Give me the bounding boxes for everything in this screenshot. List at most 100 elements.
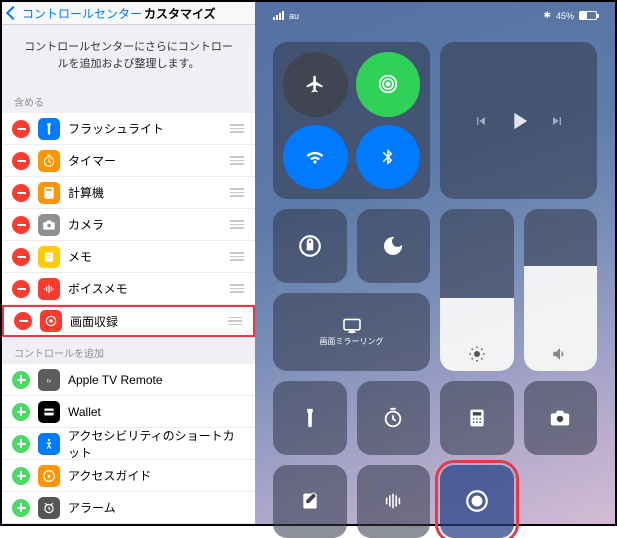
camera-icon xyxy=(549,407,571,429)
moon-icon xyxy=(381,234,405,258)
waveform-icon xyxy=(381,491,405,511)
row-label: フラッシュライト xyxy=(68,120,221,137)
accessibility-icon xyxy=(38,433,60,455)
signal-icon xyxy=(273,11,284,20)
add-button[interactable] xyxy=(12,467,30,485)
screen-record-button[interactable] xyxy=(440,465,514,538)
page-title: カスタマイズ xyxy=(144,5,216,22)
sun-icon xyxy=(468,345,486,363)
chevron-left-icon xyxy=(6,6,20,20)
control-row: Wallet xyxy=(2,396,255,428)
remove-button[interactable] xyxy=(12,280,30,298)
mirror-icon xyxy=(342,317,362,333)
row-label: Wallet xyxy=(68,405,245,419)
wifi-toggle[interactable] xyxy=(283,125,348,190)
remove-button[interactable] xyxy=(12,248,30,266)
drag-handle[interactable] xyxy=(229,156,245,165)
status-left: au xyxy=(273,11,299,21)
row-label: Apple TV Remote xyxy=(68,373,245,387)
row-label: アクセスガイド xyxy=(68,467,245,484)
settings-pane: コントロールセンター カスタマイズ コントロールセンターにさらにコントロールを追… xyxy=(2,2,255,524)
row-label: タイマー xyxy=(68,152,221,169)
next-icon xyxy=(549,113,565,129)
screen-mirroring[interactable]: 画面ミラーリング xyxy=(273,293,430,372)
svg-text:tv: tv xyxy=(47,378,51,384)
bluetooth-toggle[interactable] xyxy=(356,125,421,190)
remove-button[interactable] xyxy=(12,152,30,170)
notes-icon xyxy=(38,246,60,268)
drag-handle[interactable] xyxy=(229,188,245,197)
flashlight-icon xyxy=(38,118,60,140)
carrier-label: au xyxy=(289,11,299,21)
control-row: フラッシュライト xyxy=(2,113,255,145)
control-row: メモ xyxy=(2,241,255,273)
page-description: コントロールセンターにさらにコントロールを追加および整理します。 xyxy=(2,25,255,86)
control-center: au ✱ 45% xyxy=(255,2,615,524)
control-row: アラーム xyxy=(2,492,255,524)
control-row: 画面収録 xyxy=(2,305,255,337)
drag-handle[interactable] xyxy=(229,252,245,261)
mirror-label: 画面ミラーリング xyxy=(320,337,384,347)
flashlight-button[interactable] xyxy=(273,381,347,455)
remove-button[interactable] xyxy=(12,120,30,138)
brightness-slider[interactable] xyxy=(440,209,514,371)
lock-rotation-icon xyxy=(297,233,323,259)
drag-handle[interactable] xyxy=(229,220,245,229)
timer-icon xyxy=(38,150,60,172)
status-bar: au ✱ 45% xyxy=(273,10,597,21)
remove-button[interactable] xyxy=(12,216,30,234)
nav-bar: コントロールセンター カスタマイズ xyxy=(2,2,255,25)
control-row: カメラ xyxy=(2,209,255,241)
cellular-toggle[interactable] xyxy=(356,52,421,117)
timer-icon xyxy=(382,407,404,429)
appletv-icon: tv xyxy=(38,369,60,391)
control-row: アクセスガイド xyxy=(2,460,255,492)
do-not-disturb[interactable] xyxy=(357,209,431,283)
voice-memo-button[interactable] xyxy=(357,465,431,538)
add-section-header: コントロールを追加 xyxy=(2,337,255,364)
orientation-lock[interactable] xyxy=(273,209,347,283)
control-row: タイマー xyxy=(2,145,255,177)
back-label: コントロールセンター xyxy=(22,5,142,22)
row-label: カメラ xyxy=(68,216,221,233)
record-icon xyxy=(40,310,62,332)
calculator-icon xyxy=(38,182,60,204)
control-row: 計算機 xyxy=(2,177,255,209)
wallet-icon xyxy=(38,401,60,423)
back-button[interactable]: コントロールセンター xyxy=(8,5,142,22)
play-icon xyxy=(505,107,533,135)
drag-handle[interactable] xyxy=(229,284,245,293)
row-label: メモ xyxy=(68,248,221,265)
media-controls[interactable] xyxy=(440,42,597,199)
drag-handle[interactable] xyxy=(227,317,243,326)
control-row: ボイスメモ xyxy=(2,273,255,305)
remove-button[interactable] xyxy=(12,184,30,202)
calculator-button[interactable] xyxy=(440,381,514,455)
add-button[interactable] xyxy=(12,371,30,389)
row-label: 画面収録 xyxy=(70,313,219,330)
add-button[interactable] xyxy=(12,403,30,421)
cc-main-grid: 画面ミラーリング xyxy=(273,42,597,371)
timer-button[interactable] xyxy=(357,381,431,455)
notes-button[interactable] xyxy=(273,465,347,538)
add-button[interactable] xyxy=(12,499,30,517)
battery-text: 45% xyxy=(556,11,574,21)
volume-slider[interactable] xyxy=(524,209,598,371)
alarm-icon xyxy=(38,497,60,519)
drag-handle[interactable] xyxy=(229,124,245,133)
row-label: アクセシビリティのショートカット xyxy=(68,427,245,461)
notes-icon xyxy=(300,491,320,511)
add-button[interactable] xyxy=(12,435,30,453)
bluetooth-icon: ✱ xyxy=(543,10,551,21)
bluetooth-icon xyxy=(379,148,397,166)
prev-icon xyxy=(473,113,489,129)
record-icon xyxy=(464,488,490,514)
connectivity-group xyxy=(273,42,430,199)
camera-icon xyxy=(38,214,60,236)
airplane-icon xyxy=(305,74,325,94)
remove-button[interactable] xyxy=(14,312,32,330)
cc-row-2 xyxy=(273,465,597,538)
camera-button[interactable] xyxy=(524,381,598,455)
airplane-toggle[interactable] xyxy=(283,52,348,117)
battery-icon xyxy=(579,11,597,20)
